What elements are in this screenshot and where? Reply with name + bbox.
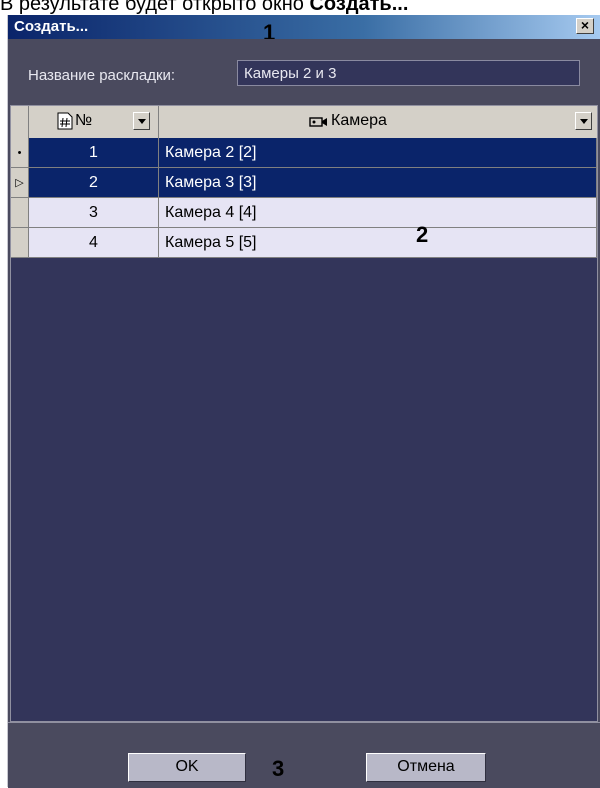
row-indicator: ▷ <box>11 168 29 198</box>
layout-name-label: Название раскладки: <box>28 67 176 84</box>
column-header-number[interactable]: № <box>29 106 159 138</box>
column-title-number: № <box>75 112 93 129</box>
column-title-camera: Камера <box>331 112 387 129</box>
column-header-camera[interactable]: Камера <box>159 106 597 138</box>
row-indicator <box>11 198 29 228</box>
marker-3: 3 <box>272 756 285 781</box>
grid-header: № Камера <box>11 106 597 139</box>
table-row[interactable]: 3 Камера 4 [4] <box>11 198 597 228</box>
close-button[interactable]: × <box>576 18 594 34</box>
close-icon: × <box>580 17 590 33</box>
row-indicator: • <box>11 138 29 168</box>
row-number: 4 <box>29 228 159 258</box>
camera-icon <box>309 117 327 127</box>
table-row[interactable]: 4 Камера 5 [5] <box>11 228 597 258</box>
row-camera: Камера 3 [3] <box>159 168 597 198</box>
row-camera: Камера 2 [2] <box>159 138 597 168</box>
camera-grid[interactable]: № Камера • 1 Камера 2 [2] ▷ 2 Камера 3 [… <box>10 105 598 722</box>
number-column-dropdown[interactable] <box>133 112 150 130</box>
row-camera: Камера 5 [5] <box>159 228 597 258</box>
row-indicator <box>11 228 29 258</box>
camera-column-dropdown[interactable] <box>575 112 592 130</box>
caption: В результате будет открыто окно Создать.… <box>0 0 408 16</box>
table-row[interactable]: ▷ 2 Камера 3 [3] <box>11 168 597 198</box>
row-camera: Камера 4 [4] <box>159 198 597 228</box>
ok-button[interactable]: OK <box>128 753 246 782</box>
header-indicator-cell <box>11 106 29 138</box>
row-number: 2 <box>29 168 159 198</box>
layout-name-row: Название раскладки: <box>8 39 600 99</box>
caption-bold: Создать... <box>309 0 409 15</box>
window-title: Создать... <box>14 18 89 35</box>
create-layout-dialog: Создать... × 1 Название раскладки: № <box>7 15 600 788</box>
table-row[interactable]: • 1 Камера 2 [2] <box>11 138 597 168</box>
caption-text: В результате будет открыто окно <box>0 0 310 15</box>
cancel-button[interactable]: Отмена <box>366 753 486 782</box>
layout-name-input[interactable] <box>237 60 580 86</box>
button-bar: OK 3 Отмена <box>8 722 600 788</box>
title-bar[interactable]: Создать... × <box>8 15 600 39</box>
row-number: 1 <box>29 138 159 168</box>
row-number: 3 <box>29 198 159 228</box>
hash-icon <box>57 112 73 130</box>
marker-2: 2 <box>416 222 429 247</box>
